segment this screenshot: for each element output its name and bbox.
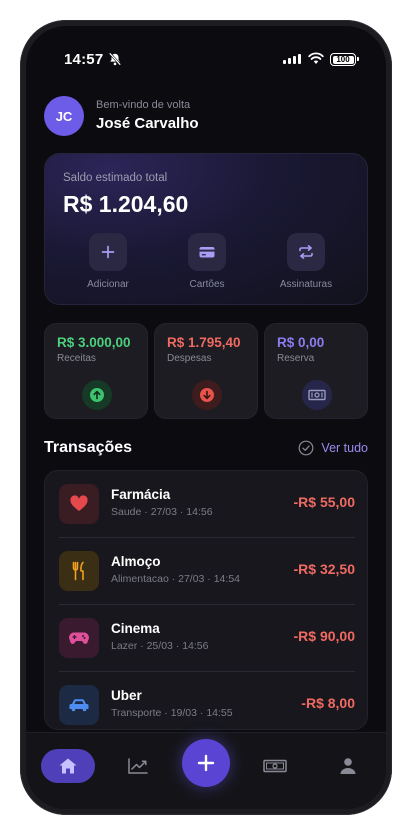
- balance-label: Saldo estimado total: [63, 172, 168, 184]
- cash-icon: [308, 389, 326, 401]
- expenses-icon-badge: [192, 380, 222, 410]
- transaction-list: Farmácia Saude · 27/03 · 14:56 -R$ 55,00…: [44, 470, 368, 730]
- fork-knife-icon: [72, 561, 84, 581]
- nav-reserve-button[interactable]: [260, 749, 290, 783]
- user-name: José Carvalho: [96, 115, 199, 132]
- transaction-row[interactable]: Farmácia Saude · 27/03 · 14:56 -R$ 55,00: [45, 471, 367, 538]
- transaction-amount: -R$ 8,00: [301, 695, 355, 711]
- transaction-row[interactable]: Cinema Lazer · 25/03 · 14:56 -R$ 90,00: [45, 605, 367, 672]
- transaction-name: Uber: [111, 688, 142, 703]
- balance-card: Saldo estimado total R$ 1.204,60 Adicion…: [44, 153, 368, 305]
- nav-profile-button[interactable]: [333, 749, 363, 783]
- reserve-icon-badge: [302, 380, 332, 410]
- cards-action[interactable]: Cartões: [167, 233, 247, 290]
- expenses-value: R$ 1.795,40: [167, 335, 241, 350]
- transaction-amount: -R$ 32,50: [293, 561, 355, 577]
- expenses-label: Despesas: [167, 353, 212, 364]
- cash-icon: [263, 759, 287, 773]
- income-value: R$ 3.000,00: [57, 335, 131, 350]
- battery-level: 100: [336, 55, 350, 64]
- transaction-name: Farmácia: [111, 487, 171, 502]
- bell-muted-icon: [108, 52, 122, 66]
- transaction-meta: Transporte · 19/03 · 14:55: [111, 707, 233, 719]
- add-icon: [197, 754, 215, 772]
- wifi-icon: [308, 52, 324, 64]
- phone-frame: 14:57 100 JC Bem-vindo de volta José Car…: [20, 20, 392, 815]
- welcome-text: Bem-vindo de volta: [96, 99, 191, 111]
- app-screen: 14:57 100 JC Bem-vindo de volta José Car…: [26, 26, 386, 809]
- income-icon-badge: [82, 380, 112, 410]
- transaction-icon-badge: [59, 685, 99, 725]
- signal-icon: [283, 54, 301, 64]
- reserve-label: Reserva: [277, 353, 315, 364]
- transaction-meta: Alimentacao · 27/03 · 14:54: [111, 573, 240, 585]
- arrow-down-icon: [200, 388, 214, 402]
- add-button[interactable]: [89, 233, 127, 271]
- transaction-icon-badge: [59, 484, 99, 524]
- expenses-card[interactable]: R$ 1.795,40 Despesas: [154, 323, 258, 419]
- cards-action-label: Cartões: [189, 279, 225, 290]
- avatar[interactable]: JC: [44, 96, 84, 136]
- arrow-up-icon: [90, 388, 104, 402]
- transaction-amount: -R$ 55,00: [293, 494, 355, 510]
- add-action[interactable]: Adicionar: [68, 233, 148, 290]
- transaction-icon-badge: [59, 551, 99, 591]
- chart-icon: [128, 758, 148, 774]
- car-icon: [69, 699, 89, 712]
- bottom-nav: [26, 732, 386, 809]
- subscriptions-action[interactable]: Assinaturas: [266, 233, 346, 290]
- reserve-card[interactable]: R$ 0,00 Reserva: [264, 323, 368, 419]
- status-time: 14:57: [64, 51, 104, 68]
- repeat-icon: [299, 245, 313, 259]
- transaction-meta: Lazer · 25/03 · 14:56: [111, 640, 209, 652]
- card-icon: [199, 247, 215, 258]
- check-circle-icon: [299, 440, 314, 456]
- see-all-label: Ver tudo: [321, 441, 368, 455]
- transaction-amount: -R$ 90,00: [293, 628, 355, 644]
- status-bar: 14:57 100: [26, 26, 386, 72]
- subscriptions-button[interactable]: [287, 233, 325, 271]
- see-all-link[interactable]: Ver tudo: [298, 440, 368, 456]
- nav-analytics-button[interactable]: [123, 749, 153, 783]
- reserve-value: R$ 0,00: [277, 335, 325, 350]
- transaction-meta: Saude · 27/03 · 14:56: [111, 506, 213, 518]
- heart-icon: [70, 495, 88, 511]
- plus-icon: [101, 245, 115, 259]
- user-icon: [340, 758, 356, 774]
- transaction-name: Cinema: [111, 621, 160, 636]
- balance-value: R$ 1.204,60: [63, 191, 189, 217]
- transaction-row[interactable]: Uber Transporte · 19/03 · 14:55 -R$ 8,00: [45, 672, 367, 729]
- nav-home-button[interactable]: [41, 749, 95, 783]
- subscriptions-action-label: Assinaturas: [279, 279, 333, 290]
- gamepad-icon: [69, 632, 89, 644]
- income-label: Receitas: [57, 353, 96, 364]
- cards-button[interactable]: [188, 233, 226, 271]
- transaction-name: Almoço: [111, 554, 161, 569]
- battery-icon: 100: [330, 53, 359, 66]
- home-icon: [59, 758, 77, 774]
- add-action-label: Adicionar: [87, 279, 129, 290]
- transaction-icon-badge: [59, 618, 99, 658]
- nav-add-button[interactable]: [182, 739, 230, 787]
- transactions-title: Transações: [44, 439, 133, 456]
- transaction-row[interactable]: Almoço Alimentacao · 27/03 · 14:54 -R$ 3…: [45, 538, 367, 605]
- income-card[interactable]: R$ 3.000,00 Receitas: [44, 323, 148, 419]
